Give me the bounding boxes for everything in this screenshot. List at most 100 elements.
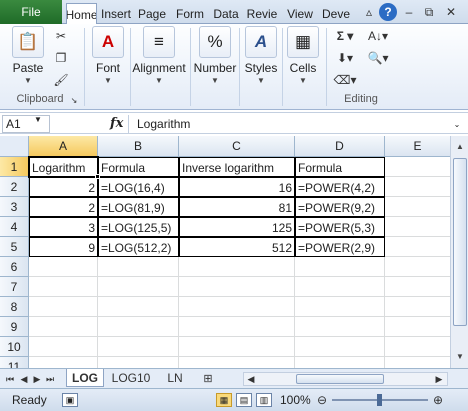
cell-d1[interactable]: Formula: [295, 157, 385, 177]
tab-page-layout[interactable]: Page: [135, 3, 169, 24]
cell-a10[interactable]: [29, 337, 98, 357]
macro-record-icon[interactable]: ▣: [62, 393, 78, 407]
row-header[interactable]: 4: [0, 217, 29, 237]
cell-b11[interactable]: [98, 357, 179, 368]
column-header-d[interactable]: D: [295, 136, 385, 157]
number-button[interactable]: % Number ▼: [193, 26, 237, 85]
cell-b10[interactable]: [98, 337, 179, 357]
tab-formulas[interactable]: Form: [172, 3, 208, 24]
scroll-right-icon[interactable]: ▶: [433, 373, 445, 385]
cell-b8[interactable]: [98, 297, 179, 317]
insert-function-icon[interactable]: fx: [110, 116, 123, 131]
cell-e4[interactable]: [385, 217, 450, 237]
cell-e11[interactable]: [385, 357, 450, 368]
cell-d10[interactable]: [295, 337, 385, 357]
cell-b5[interactable]: =LOG(512,2): [98, 237, 179, 257]
last-sheet-icon[interactable]: ⏭: [44, 372, 56, 386]
cell-d5[interactable]: =POWER(2,9): [295, 237, 385, 257]
cell-d3[interactable]: =POWER(9,2): [295, 197, 385, 217]
row-header[interactable]: 6: [0, 257, 29, 277]
cell-c6[interactable]: [179, 257, 295, 277]
page-break-view-icon[interactable]: ▥: [256, 393, 272, 407]
cell-b2[interactable]: =LOG(16,4): [98, 177, 179, 197]
paste-button[interactable]: 📋 Paste ▼: [8, 26, 48, 85]
scroll-left-icon[interactable]: ◀: [245, 373, 257, 385]
cell-d11[interactable]: [295, 357, 385, 368]
select-all-corner[interactable]: [0, 136, 29, 157]
name-box[interactable]: A1: [2, 115, 50, 133]
first-sheet-icon[interactable]: ⏮: [4, 372, 16, 386]
cell-c7[interactable]: [179, 277, 295, 297]
cells-button[interactable]: ▦ Cells ▼: [285, 26, 321, 85]
row-header[interactable]: 5: [0, 237, 29, 257]
column-header-a[interactable]: A: [29, 136, 98, 157]
window-close-icon[interactable]: ✕: [442, 3, 460, 21]
cell-b3[interactable]: =LOG(81,9): [98, 197, 179, 217]
cell-e7[interactable]: [385, 277, 450, 297]
row-header[interactable]: 11: [0, 357, 29, 368]
cell-a6[interactable]: [29, 257, 98, 277]
scroll-down-icon[interactable]: ▼: [452, 348, 468, 364]
cell-b1[interactable]: Formula: [98, 157, 179, 177]
cell-e3[interactable]: [385, 197, 450, 217]
font-button[interactable]: A Font ▼: [90, 26, 126, 85]
insert-sheet-icon[interactable]: ⊞: [196, 369, 220, 387]
cell-c11[interactable]: [179, 357, 295, 368]
styles-button[interactable]: A Styles ▼: [242, 26, 280, 85]
chevron-down-icon[interactable]: ▼: [34, 115, 42, 124]
alignment-button[interactable]: ≡ Alignment ▼: [131, 26, 187, 85]
find-select-icon[interactable]: 🔍▾: [364, 50, 392, 66]
cell-d2[interactable]: =POWER(4,2): [295, 177, 385, 197]
cell-c5[interactable]: 512: [179, 237, 295, 257]
normal-view-icon[interactable]: ▦: [216, 393, 232, 407]
row-header[interactable]: 10: [0, 337, 29, 357]
cell-c2[interactable]: 16: [179, 177, 295, 197]
cell-a3[interactable]: 2: [29, 197, 98, 217]
cell-e5[interactable]: [385, 237, 450, 257]
page-layout-view-icon[interactable]: ▤: [236, 393, 252, 407]
zoom-in-icon[interactable]: ⊕: [432, 393, 444, 407]
tab-insert[interactable]: Insert: [100, 3, 132, 24]
cell-e2[interactable]: [385, 177, 450, 197]
column-header-c[interactable]: C: [179, 136, 295, 157]
help-icon[interactable]: ?: [379, 3, 397, 21]
cell-c3[interactable]: 81: [179, 197, 295, 217]
cell-b7[interactable]: [98, 277, 179, 297]
zoom-level[interactable]: 100%: [280, 393, 311, 407]
cell-b4[interactable]: =LOG(125,5): [98, 217, 179, 237]
column-header-e[interactable]: E: [385, 136, 450, 157]
row-header[interactable]: 3: [0, 197, 29, 217]
cell-e9[interactable]: [385, 317, 450, 337]
dialog-launcher-icon[interactable]: ↘: [68, 94, 80, 106]
format-painter-icon[interactable]: 🖌: [52, 72, 70, 88]
sheet-tab-ln[interactable]: LN: [158, 369, 192, 387]
scroll-up-icon[interactable]: ▲: [452, 138, 468, 154]
cell-a4[interactable]: 3: [29, 217, 98, 237]
prev-sheet-icon[interactable]: ◀: [18, 372, 30, 386]
zoom-slider-thumb[interactable]: [377, 394, 382, 406]
cell-c9[interactable]: [179, 317, 295, 337]
tab-view[interactable]: View: [284, 3, 316, 24]
fill-icon[interactable]: ⬇▾: [332, 50, 358, 66]
formula-input[interactable]: Logarithm: [128, 115, 446, 133]
next-sheet-icon[interactable]: ▶: [31, 372, 43, 386]
cell-a1[interactable]: Logarithm: [29, 157, 98, 177]
tab-file[interactable]: File: [0, 0, 62, 24]
horizontal-scrollbar[interactable]: ◀ ▶: [243, 372, 448, 386]
cell-d9[interactable]: [295, 317, 385, 337]
clear-icon[interactable]: ⌫▾: [332, 72, 358, 88]
minimize-ribbon-icon[interactable]: ▵: [360, 3, 378, 21]
cell-e6[interactable]: [385, 257, 450, 277]
cut-icon[interactable]: ✂: [52, 28, 70, 44]
cell-d6[interactable]: [295, 257, 385, 277]
cell-c8[interactable]: [179, 297, 295, 317]
cell-b6[interactable]: [98, 257, 179, 277]
cell-c10[interactable]: [179, 337, 295, 357]
vertical-scrollbar[interactable]: ▲ ▼: [450, 136, 468, 368]
sheet-tab-log[interactable]: LOG: [66, 369, 104, 387]
cell-d7[interactable]: [295, 277, 385, 297]
window-minimize-icon[interactable]: –: [400, 3, 418, 21]
fill-handle[interactable]: [95, 174, 100, 179]
autosum-icon[interactable]: Σ ▾: [332, 28, 358, 44]
cell-c1[interactable]: Inverse logarithm: [179, 157, 295, 177]
